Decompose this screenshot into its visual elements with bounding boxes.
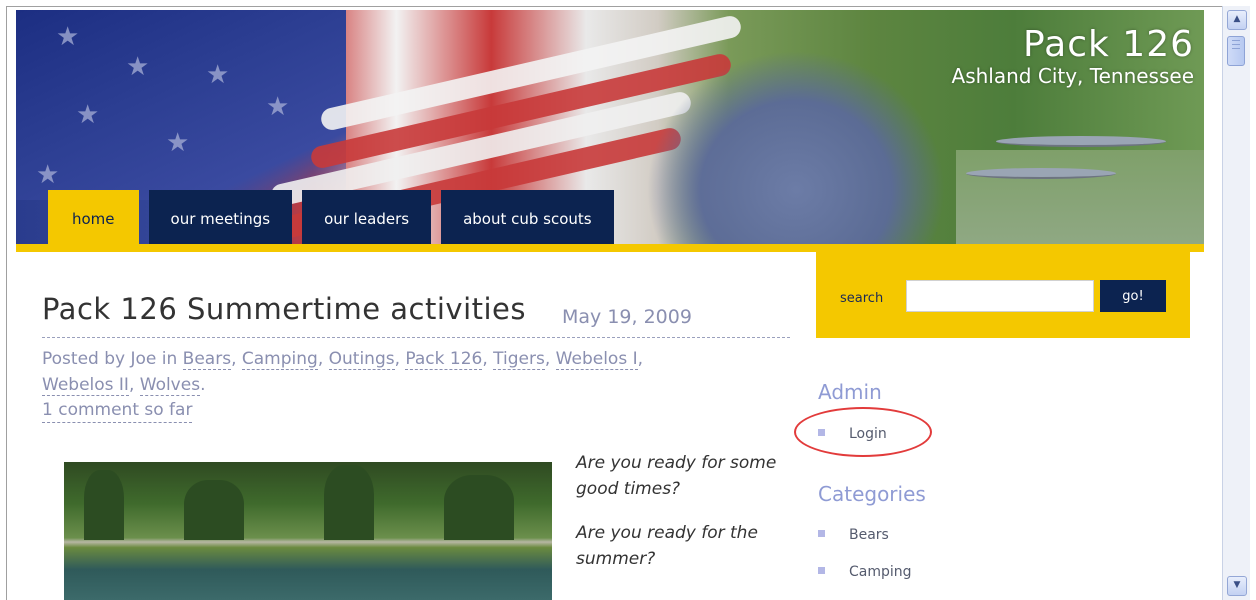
canoe [996, 136, 1166, 147]
nav-tab-about-cub-scouts[interactable]: about cub scouts [441, 190, 614, 244]
category-label[interactable]: Bears [849, 527, 889, 543]
post-title[interactable]: Pack 126 Summertime activities [42, 292, 526, 326]
post-paragraph: Are you ready for some good times? [576, 453, 777, 499]
main-nav: home our meetings our leaders about cub … [48, 190, 624, 244]
vertical-scrollbar[interactable]: ▲ ▼ [1222, 6, 1250, 600]
post-paragraph: Are you ready for the summer? [576, 523, 758, 569]
lake-photo [956, 136, 1204, 244]
nav-tab-home[interactable]: home [48, 190, 139, 244]
post-body: Are you ready for some good times? Are y… [576, 450, 796, 590]
admin-heading: Admin [818, 380, 882, 404]
site-title: Pack 126 [1023, 24, 1194, 65]
canoe [966, 168, 1116, 179]
search-go-button[interactable]: go! [1100, 280, 1166, 312]
category-link-bears[interactable]: Bears [182, 349, 232, 370]
tree [184, 480, 244, 540]
site-subtitle: Ashland City, Tennessee [951, 64, 1194, 88]
search-box: search go! [816, 250, 1190, 338]
sidebar-category-bears[interactable]: Bears [818, 527, 889, 543]
tree [444, 475, 514, 540]
category-link-camping[interactable]: Camping [241, 349, 318, 370]
tree [324, 465, 374, 540]
category-link-webelos-i[interactable]: Webelos I [555, 349, 638, 370]
scrollbar-thumb[interactable] [1227, 36, 1245, 66]
comments-link[interactable]: 1 comment so far [42, 398, 193, 423]
post-meta: Posted by Joe in Bears, Camping, Outings… [42, 349, 643, 396]
star-icon: ★ [206, 60, 230, 90]
category-link-pack-126[interactable]: Pack 126 [405, 349, 483, 370]
post-divider [42, 337, 790, 338]
scouts-photo [646, 50, 946, 244]
categories-heading: Categories [818, 482, 926, 506]
star-icon: ★ [76, 100, 100, 130]
posted-by-text: Posted by Joe in [42, 349, 178, 369]
square-bullet-icon [818, 530, 825, 537]
search-label: search [840, 291, 884, 306]
scroll-up-arrow-icon[interactable]: ▲ [1227, 10, 1247, 30]
nav-tab-our-meetings[interactable]: our meetings [148, 190, 293, 244]
lake-forest-photo [64, 462, 552, 600]
category-link-outings[interactable]: Outings [328, 349, 395, 370]
highlight-ring [794, 407, 932, 457]
category-link-wolves[interactable]: Wolves [139, 375, 201, 396]
nav-tab-our-leaders[interactable]: our leaders [302, 190, 432, 244]
category-link-tigers[interactable]: Tigers [493, 349, 545, 370]
post-date: May 19, 2009 [562, 306, 692, 328]
search-input[interactable] [906, 280, 1094, 312]
star-icon: ★ [166, 128, 190, 158]
header-banner: ★ ★ ★ ★ ★ ★ ★ Pack 126 Ashland City, Ten… [16, 10, 1204, 244]
star-icon: ★ [126, 52, 150, 82]
star-icon: ★ [56, 22, 80, 52]
star-icon: ★ [266, 92, 290, 122]
scroll-down-arrow-icon[interactable]: ▼ [1227, 576, 1247, 596]
square-bullet-icon [818, 567, 825, 574]
category-link-webelos-ii[interactable]: Webelos II [42, 375, 129, 396]
tree [84, 470, 124, 540]
star-icon: ★ [36, 160, 60, 190]
category-label[interactable]: Camping [849, 564, 912, 580]
sidebar-category-camping[interactable]: Camping [818, 564, 912, 580]
